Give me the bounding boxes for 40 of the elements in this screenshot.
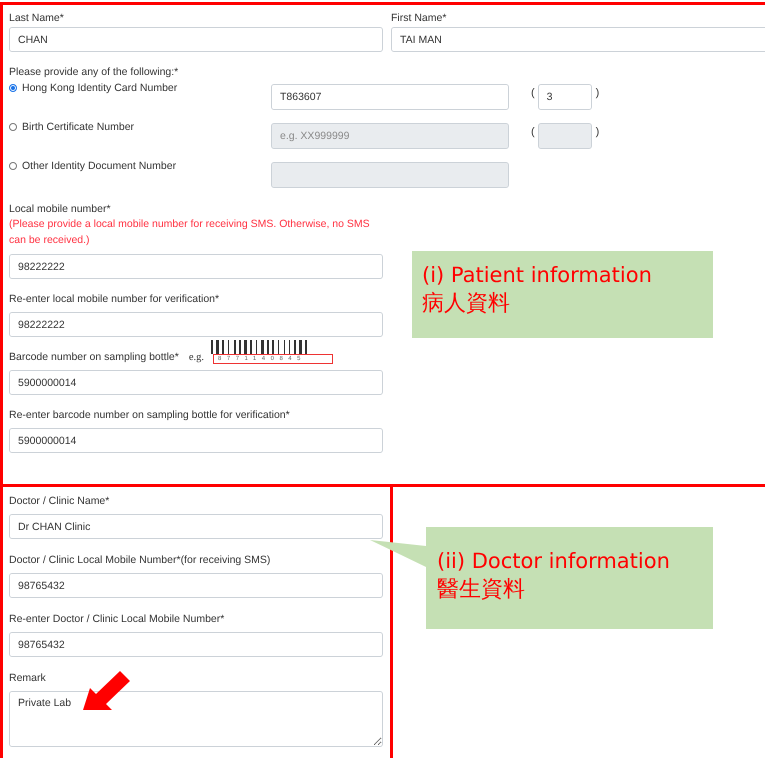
field-label: Barcode number on sampling bottle* xyxy=(9,350,179,364)
warning-note: (Please provide a local mobile number for receiving SMS. Otherwise, no SMS can be received.) xyxy=(9,217,371,248)
input-field[interactable]: 5900000014 xyxy=(9,428,383,453)
radio-button[interactable] xyxy=(9,123,17,131)
parenthesis: ) xyxy=(596,87,600,99)
input-field[interactable]: Dr CHAN Clinic xyxy=(9,514,383,539)
field-label: Doctor / Clinic Local Mobile Number*(for receiving SMS) xyxy=(9,553,270,567)
option-label: Birth Certificate Number xyxy=(22,121,134,133)
callout-title: (ii) Doctor information xyxy=(437,548,671,575)
example-label: e.g. xyxy=(188,352,204,363)
parenthesis: ( xyxy=(531,87,535,99)
parenthesis: ( xyxy=(531,126,535,138)
field-label: Doctor / Clinic Name* xyxy=(9,494,110,508)
callout-title: (i) Patient information xyxy=(422,262,653,289)
input-field[interactable]: T863607 xyxy=(271,84,509,110)
field-label: Re-enter local mobile number for verification* xyxy=(9,292,220,306)
field-label: Last Name* xyxy=(9,11,64,25)
input-field[interactable]: CHAN xyxy=(9,27,383,52)
field-label: Please provide any of the following:* xyxy=(9,65,178,79)
field-label: Local mobile number* xyxy=(9,202,111,216)
option-label: Other Identity Document Number xyxy=(22,160,176,172)
field-label: First Name* xyxy=(391,11,446,25)
input-field[interactable]: 98765432 xyxy=(9,632,383,657)
input-field[interactable]: 98222222 xyxy=(9,312,383,337)
radio-button[interactable] xyxy=(9,162,17,170)
input-field[interactable]: 5900000014 xyxy=(9,370,383,395)
callout-subtitle: 病人資料 xyxy=(422,290,511,318)
input-field[interactable]: 98222222 xyxy=(9,254,383,279)
input-field[interactable]: TAI MAN xyxy=(391,27,765,52)
field-label: Re-enter Doctor / Clinic Local Mobile Number* xyxy=(9,612,224,626)
parenthesis: ) xyxy=(596,126,600,138)
radio-button[interactable] xyxy=(9,84,17,92)
field-label: Remark xyxy=(9,671,46,685)
input-field[interactable]: 98765432 xyxy=(9,573,383,598)
text-area[interactable]: Private Lab xyxy=(9,691,383,747)
arrow-icon xyxy=(83,671,130,710)
field-label: Re-enter barcode number on sampling bottle for verification* xyxy=(9,408,290,422)
option-label: Hong Kong Identity Card Number xyxy=(22,82,178,94)
input-field[interactable]: 3 xyxy=(538,84,592,110)
callout-subtitle: 醫生資料 xyxy=(437,576,526,604)
